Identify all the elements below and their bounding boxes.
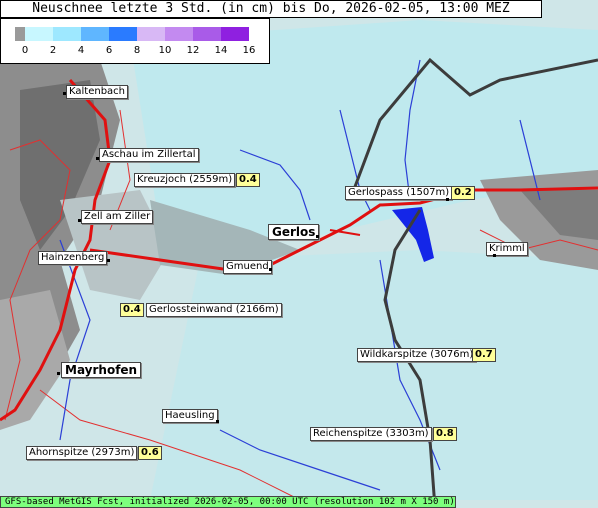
label-haeusling[interactable]: Haeusling: [162, 409, 218, 423]
legend-swatch-8-10: [137, 27, 165, 41]
legend-swatch-0-2: [25, 27, 53, 41]
label-gerlospass[interactable]: Gerlospass (1507m): [345, 186, 453, 200]
snow-map: Neuschnee letzte 3 Std. (in cm) bis Do, …: [0, 0, 598, 508]
legend-tick: 12: [186, 45, 200, 56]
label-aschau[interactable]: Aschau im Zillertal: [99, 148, 199, 162]
legend-swatch-below-zero: [15, 27, 25, 41]
value-gerlossteinwand: 0.4: [120, 303, 144, 317]
legend-swatch-12-14: [193, 27, 221, 41]
legend-tick: 16: [242, 45, 256, 56]
legend-swatch-14-16: [221, 27, 249, 41]
legend-tick: 14: [214, 45, 228, 56]
value-wildkarspitze: 0.7: [472, 348, 496, 362]
legend-swatch-6-8: [109, 27, 137, 41]
label-gerlos[interactable]: Gerlos: [268, 224, 320, 240]
place-marker: [446, 198, 449, 201]
legend-tick: 0: [21, 45, 29, 56]
forecast-footer: GFS-based MetGIS Fcst, initialized 2026-…: [0, 496, 456, 508]
snow-legend: 0 2 4 6 8 10 12 14 16: [0, 18, 270, 64]
legend-tick: 2: [49, 45, 57, 56]
place-marker: [493, 254, 496, 257]
value-kreuzjoch: 0.4: [236, 173, 260, 187]
value-gerlospass: 0.2: [451, 186, 475, 200]
legend-tick: 10: [158, 45, 172, 56]
label-gmuend[interactable]: Gmuend: [223, 260, 272, 274]
legend-tick: 6: [105, 45, 113, 56]
label-kaltenbach[interactable]: Kaltenbach: [66, 85, 129, 99]
legend-tick: 8: [133, 45, 141, 56]
label-kreuzjoch[interactable]: Kreuzjoch (2559m): [134, 173, 236, 187]
place-marker: [216, 420, 219, 423]
label-wildkarspitze[interactable]: Wildkarspitze (3076m): [357, 348, 477, 362]
label-zell-am-ziller[interactable]: Zell am Ziller: [81, 210, 154, 224]
legend-color-bar: [15, 27, 249, 41]
label-reichenspitze[interactable]: Reichenspitze (3303m): [310, 427, 432, 441]
place-marker: [269, 268, 272, 271]
label-mayrhofen[interactable]: Mayrhofen: [61, 362, 142, 378]
place-marker: [107, 259, 110, 262]
place-marker: [57, 372, 60, 375]
value-reichenspitze: 0.8: [433, 427, 457, 441]
map-title: Neuschnee letzte 3 Std. (in cm) bis Do, …: [0, 0, 542, 18]
legend-swatch-2-4: [53, 27, 81, 41]
legend-swatch-10-12: [165, 27, 193, 41]
place-marker: [316, 235, 319, 238]
label-hainzenberg[interactable]: Hainzenberg: [38, 251, 108, 265]
legend-swatch-4-6: [81, 27, 109, 41]
label-gerlossteinwand[interactable]: Gerlossteinwand (2166m): [146, 303, 282, 317]
label-ahornspitze[interactable]: Ahornspitze (2973m): [26, 446, 138, 460]
value-ahornspitze: 0.6: [138, 446, 162, 460]
legend-tick: 4: [77, 45, 85, 56]
